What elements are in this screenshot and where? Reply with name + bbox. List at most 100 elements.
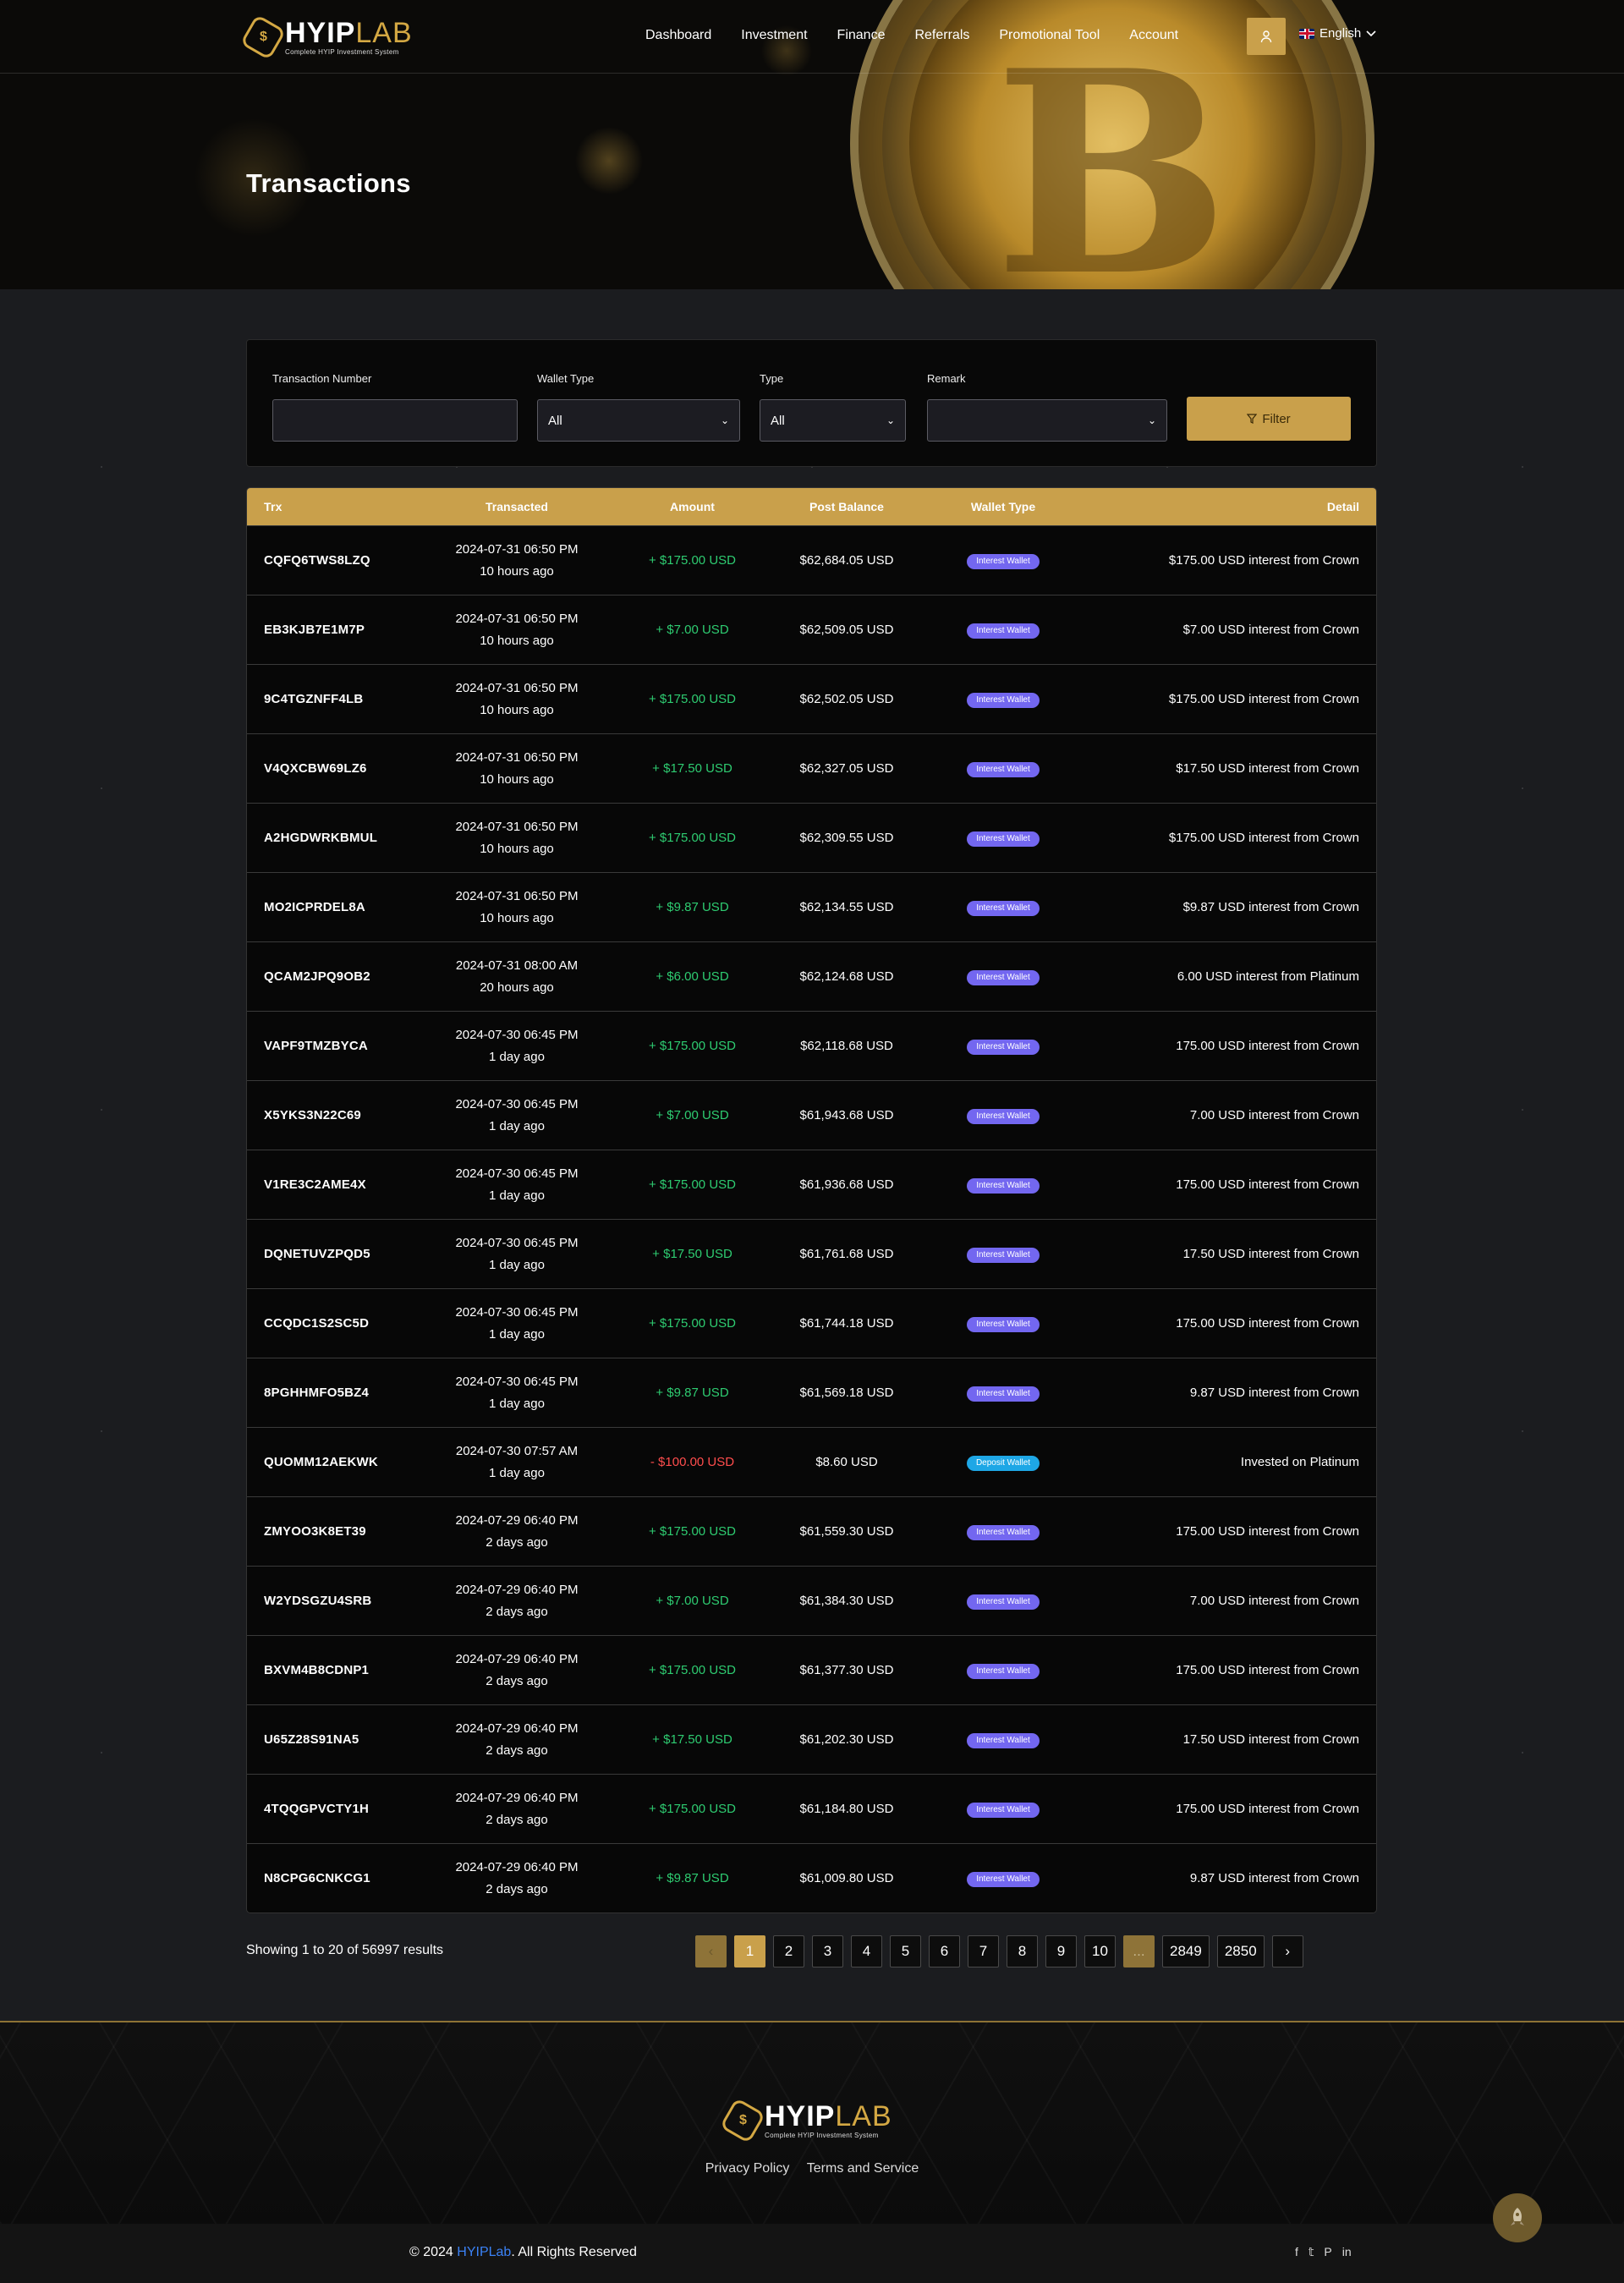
nav-investment[interactable]: Investment (741, 25, 807, 46)
scroll-to-top-button[interactable] (1493, 2193, 1542, 2242)
post-balance-cell: $61,569.18 USD (799, 1386, 894, 1400)
logo[interactable]: $ HYIPLAB Complete HYIP Investment Syste… (239, 14, 413, 61)
trx-id: N8CPG6CNKCG1 (264, 1871, 370, 1885)
table-row: ZMYOO3K8ET39 2024-07-29 06:40 PM 2 days ag… (247, 1496, 1376, 1566)
transacted-ago: 2 days ago (486, 1812, 548, 1827)
wallet-type-select[interactable]: All ⌄ (537, 399, 740, 442)
transacted-date: 2024-07-31 06:50 PM (455, 541, 579, 557)
transacted-date: 2024-07-30 07:57 AM (455, 1443, 579, 1458)
footer-logo-word-lab: LAB (835, 2100, 892, 2132)
nav-account[interactable]: Account (1129, 25, 1178, 46)
wallet-badge: Interest Wallet (967, 969, 1040, 985)
language-label: English (1320, 26, 1362, 41)
rocket-icon (1511, 2208, 1524, 2225)
pagination-ellipsis[interactable]: ... (1123, 1935, 1155, 1967)
pinterest-icon[interactable]: P (1324, 2245, 1331, 2259)
footer-logo-word-hyip: HYIP (765, 2100, 836, 2132)
transacted-date: 2024-07-30 06:45 PM (455, 1235, 579, 1250)
col-wallet-type: Wallet Type (970, 500, 1036, 513)
remark-select[interactable]: ⌄ (927, 399, 1167, 442)
trx-id: MO2ICPRDEL8A (264, 900, 365, 914)
transacted-date: 2024-07-31 06:50 PM (455, 749, 579, 765)
transacted-date: 2024-07-29 06:40 PM (455, 1720, 579, 1736)
twitter-icon[interactable]: 𝕥 (1309, 2245, 1314, 2259)
copyright-suffix: . All Rights Reserved (511, 2245, 637, 2259)
col-trx: Trx (264, 500, 283, 513)
post-balance-cell: $62,124.68 USD (799, 969, 894, 984)
results-summary: Showing 1 to 20 of 56997 results (246, 1943, 444, 1957)
funnel-icon (1247, 414, 1258, 424)
type-select[interactable]: All ⌄ (760, 399, 906, 442)
wallet-badge: Interest Wallet (967, 623, 1040, 639)
pagination-page-button[interactable]: 3 (812, 1935, 843, 1967)
table-row: A2HGDWRKBMUL 2024-07-31 06:50 PM 10 hours … (247, 803, 1376, 872)
amount-cell: + $175.00 USD (649, 1039, 736, 1053)
nav-promotional-tool[interactable]: Promotional Tool (999, 25, 1100, 46)
amount-cell: + $17.50 USD (652, 1732, 732, 1747)
trx-id: QUOMM12AEKWK (264, 1455, 378, 1469)
user-button[interactable] (1247, 18, 1286, 55)
pagination-page-button[interactable]: 4 (851, 1935, 882, 1967)
post-balance-cell: $62,134.55 USD (799, 900, 894, 914)
trx-id: EB3KJB7E1M7P (264, 623, 365, 637)
wallet-badge: Deposit Wallet (966, 1455, 1040, 1471)
col-detail: Detail (1326, 500, 1359, 513)
detail-cell: $175.00 USD interest from Crown (1168, 553, 1359, 568)
hero-banner: B $ HYIPLAB Complete HYIP Investment Sys… (0, 0, 1624, 289)
pagination-page-button[interactable]: 9 (1045, 1935, 1077, 1967)
pagination-next-button[interactable]: › (1271, 1935, 1303, 1967)
transacted-cell: 2024-07-29 06:40 PM 2 days ago (411, 1857, 623, 1901)
detail-cell: 175.00 USD interest from Crown (1176, 1802, 1359, 1816)
terms-link[interactable]: Terms and Service (807, 2161, 919, 2176)
remark-label: Remark (927, 372, 966, 385)
amount-cell: + $175.00 USD (649, 1316, 736, 1331)
table-row: U65Z28S91NA5 2024-07-29 06:40 PM 2 days ag… (247, 1704, 1376, 1774)
transacted-date: 2024-07-29 06:40 PM (455, 1512, 579, 1528)
nav-referrals[interactable]: Referrals (914, 25, 969, 46)
trx-id: ZMYOO3K8ET39 (264, 1524, 366, 1539)
facebook-icon[interactable]: f (1295, 2245, 1298, 2259)
table-row: V1RE3C2AME4X 2024-07-30 06:45 PM 1 day ago… (247, 1150, 1376, 1219)
nav-finance[interactable]: Finance (837, 25, 886, 46)
transacted-date: 2024-07-29 06:40 PM (455, 1790, 579, 1805)
col-transacted: Transacted (486, 500, 548, 513)
pagination-page-button[interactable]: 8 (1007, 1935, 1038, 1967)
wallet-badge: Interest Wallet (967, 1108, 1040, 1124)
language-selector[interactable]: English (1299, 26, 1376, 41)
trx-number-input[interactable] (272, 399, 518, 442)
pagination-page-button[interactable]: 10 (1084, 1935, 1116, 1967)
pagination-prev-button[interactable]: ‹ (695, 1935, 727, 1967)
pagination-page-button[interactable]: 7 (968, 1935, 999, 1967)
wallet-type-cell: Interest Wallet (931, 1038, 1075, 1055)
transacted-date: 2024-07-29 06:40 PM (455, 1651, 579, 1666)
transacted-cell: 2024-07-29 06:40 PM 2 days ago (411, 1579, 623, 1623)
footer-logo[interactable]: $ HYIPLAB Complete HYIP Investment Syste… (719, 2097, 892, 2144)
logo-icon: $ (719, 2097, 766, 2144)
table-row: QUOMM12AEKWK 2024-07-30 07:57 AM 1 day ago… (247, 1427, 1376, 1496)
pagination-page-button[interactable]: 2849 (1162, 1935, 1210, 1967)
pagination-page-button[interactable]: 6 (929, 1935, 960, 1967)
wallet-type-cell: Interest Wallet (931, 1801, 1075, 1818)
amount-cell: + $175.00 USD (649, 553, 736, 568)
post-balance-cell: $62,118.68 USD (800, 1039, 893, 1053)
wallet-type-cell: Interest Wallet (931, 1246, 1075, 1263)
pagination-page-button[interactable]: 1 (734, 1935, 765, 1967)
nav-dashboard[interactable]: Dashboard (645, 25, 711, 46)
pagination-page-button[interactable]: 2850 (1216, 1935, 1265, 1967)
trx-id: W2YDSGZU4SRB (264, 1594, 372, 1608)
transacted-ago: 10 hours ago (480, 702, 554, 717)
copyright-brand-link[interactable]: HYIPLab (457, 2245, 511, 2259)
wallet-type-cell: Deposit Wallet (931, 1454, 1075, 1471)
pagination-page-button[interactable]: 5 (890, 1935, 921, 1967)
detail-cell: $9.87 USD interest from Crown (1182, 900, 1359, 914)
detail-cell: 7.00 USD interest from Crown (1189, 1594, 1359, 1608)
privacy-policy-link[interactable]: Privacy Policy (705, 2161, 790, 2176)
pagination: ‹ 1 2 3 4 5 6 7 8 9 10... 2849 2850 › (695, 1935, 1303, 1967)
pagination-page-button[interactable]: 2 (773, 1935, 804, 1967)
transacted-cell: 2024-07-30 06:45 PM 1 day ago (411, 1232, 623, 1276)
transacted-cell: 2024-07-31 06:50 PM 10 hours ago (411, 678, 623, 722)
linkedin-icon[interactable]: in (1342, 2245, 1352, 2259)
table-body: CQFQ6TWS8LZQ 2024-07-31 06:50 PM 10 hours … (247, 525, 1376, 1913)
filter-button[interactable]: Filter (1187, 397, 1351, 441)
trx-id: CCQDC1S2SC5D (264, 1316, 370, 1331)
